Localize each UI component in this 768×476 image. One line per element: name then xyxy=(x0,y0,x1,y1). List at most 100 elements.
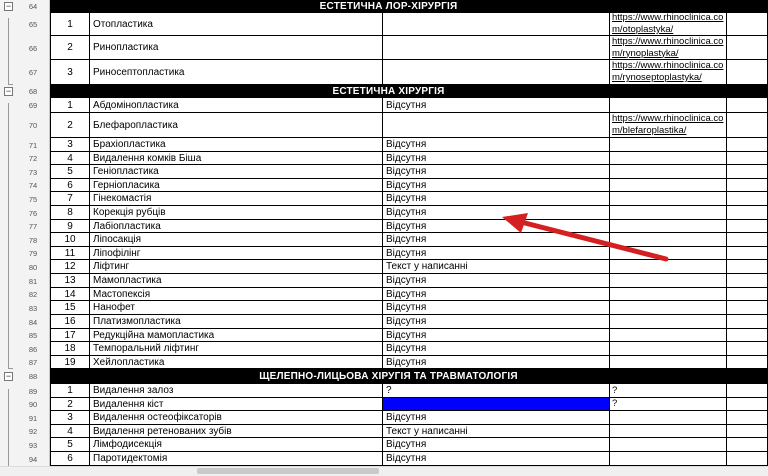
row-index-cell[interactable]: 4 xyxy=(50,152,90,165)
url-cell[interactable] xyxy=(610,315,727,329)
row-number[interactable]: 75 xyxy=(18,195,48,204)
procedure-name-cell[interactable]: Видалення кіст xyxy=(90,398,383,411)
empty-cell[interactable] xyxy=(727,329,768,342)
row-index-cell[interactable]: 17 xyxy=(50,329,90,342)
empty-cell[interactable] xyxy=(727,438,768,452)
url-cell[interactable]: https://www.rhinoclinica.co m/blefaroplas… xyxy=(610,113,727,138)
empty-cell[interactable] xyxy=(727,138,768,152)
row-number[interactable]: 81 xyxy=(18,277,48,286)
row-index-cell[interactable]: 4 xyxy=(50,425,90,438)
procedure-name-cell[interactable]: Лімфодисекція xyxy=(90,438,383,452)
procedure-name-cell[interactable]: Видалення ретенованих зубів xyxy=(90,425,383,438)
empty-cell[interactable] xyxy=(727,13,768,36)
row-number[interactable]: 77 xyxy=(18,222,48,231)
url-cell[interactable] xyxy=(610,165,727,179)
row-number[interactable]: 89 xyxy=(18,387,48,396)
empty-cell[interactable] xyxy=(727,85,768,98)
row-number[interactable]: 79 xyxy=(18,249,48,258)
url-cell[interactable] xyxy=(610,425,727,438)
url-cell[interactable] xyxy=(610,356,727,369)
row-index-cell[interactable]: 13 xyxy=(50,274,90,288)
empty-cell[interactable] xyxy=(727,0,768,13)
scrollbar-thumb[interactable] xyxy=(197,468,379,474)
procedure-name-cell[interactable]: Риносептопластика xyxy=(90,60,383,85)
row-number[interactable]: 78 xyxy=(18,236,48,245)
url-cell[interactable]: ? xyxy=(610,398,727,411)
url-cell[interactable] xyxy=(610,179,727,192)
status-cell[interactable]: Відсутня xyxy=(383,438,610,452)
row-number[interactable]: 70 xyxy=(18,121,48,130)
row-index-cell[interactable]: 3 xyxy=(50,60,90,85)
url-cell[interactable]: https://www.rhinoclinica.co m/rynoseptopl… xyxy=(610,60,727,85)
status-cell[interactable] xyxy=(383,13,610,36)
row-number[interactable]: 86 xyxy=(18,345,48,354)
url-link[interactable]: https://www.rhinoclinica.co m/blefaroplas… xyxy=(612,113,723,137)
empty-cell[interactable] xyxy=(727,206,768,220)
url-cell[interactable]: ? xyxy=(610,384,727,398)
status-cell[interactable]: Текст у написанні xyxy=(383,260,610,274)
url-cell[interactable] xyxy=(610,274,727,288)
row-number[interactable]: 67 xyxy=(18,68,48,77)
row-index-cell[interactable]: 3 xyxy=(50,138,90,152)
status-cell[interactable] xyxy=(383,60,610,85)
status-cell[interactable]: Відсутня xyxy=(383,315,610,329)
row-number[interactable]: 80 xyxy=(18,263,48,272)
row-index-cell[interactable]: 2 xyxy=(50,113,90,138)
empty-cell[interactable] xyxy=(727,356,768,369)
row-index-cell[interactable]: 7 xyxy=(50,192,90,206)
url-cell[interactable] xyxy=(610,98,727,113)
procedure-name-cell[interactable]: Паротидектомія xyxy=(90,452,383,466)
row-index-cell[interactable]: 6 xyxy=(50,452,90,466)
status-cell[interactable]: Відсутня xyxy=(383,452,610,466)
empty-cell[interactable] xyxy=(727,301,768,315)
empty-cell[interactable] xyxy=(727,113,768,138)
procedure-name-cell[interactable]: Ліпофілінг xyxy=(90,247,383,260)
row-index-cell[interactable]: 5 xyxy=(50,165,90,179)
row-index-cell[interactable]: 1 xyxy=(50,384,90,398)
url-cell[interactable] xyxy=(610,301,727,315)
empty-cell[interactable] xyxy=(727,220,768,233)
empty-cell[interactable] xyxy=(727,36,768,60)
row-index-cell[interactable]: 8 xyxy=(50,206,90,220)
status-cell[interactable]: Відсутня xyxy=(383,179,610,192)
empty-cell[interactable] xyxy=(727,342,768,356)
url-cell[interactable] xyxy=(610,138,727,152)
url-link[interactable]: https://www.rhinoclinica.co m/otoplastyka… xyxy=(612,13,723,35)
empty-cell[interactable] xyxy=(727,152,768,165)
row-index-cell[interactable]: 2 xyxy=(50,398,90,411)
row-index-cell[interactable]: 2 xyxy=(50,36,90,60)
empty-cell[interactable] xyxy=(727,369,768,384)
empty-cell[interactable] xyxy=(727,233,768,247)
empty-cell[interactable] xyxy=(727,192,768,206)
status-cell[interactable] xyxy=(383,113,610,138)
empty-cell[interactable] xyxy=(727,398,768,411)
url-cell[interactable] xyxy=(610,452,727,466)
row-index-cell[interactable]: 19 xyxy=(50,356,90,369)
collapse-group-icon[interactable]: − xyxy=(4,372,13,381)
url-cell[interactable] xyxy=(610,152,727,165)
procedure-name-cell[interactable]: Ліфтинг xyxy=(90,260,383,274)
empty-cell[interactable] xyxy=(727,411,768,425)
status-cell[interactable]: Відсутня xyxy=(383,165,610,179)
procedure-name-cell[interactable]: Мамопластика xyxy=(90,274,383,288)
row-number[interactable]: 76 xyxy=(18,209,48,218)
row-number[interactable]: 92 xyxy=(18,427,48,436)
row-number[interactable]: 91 xyxy=(18,414,48,423)
row-index-cell[interactable]: 9 xyxy=(50,220,90,233)
url-cell[interactable] xyxy=(610,288,727,301)
empty-cell[interactable] xyxy=(727,165,768,179)
empty-cell[interactable] xyxy=(727,288,768,301)
status-cell[interactable]: Відсутня xyxy=(383,247,610,260)
status-cell[interactable]: ? xyxy=(383,384,610,398)
status-cell[interactable]: Відсутня xyxy=(383,206,610,220)
row-number[interactable]: 72 xyxy=(18,154,48,163)
procedure-name-cell[interactable]: Мастопексія xyxy=(90,288,383,301)
row-number[interactable]: 83 xyxy=(18,304,48,313)
row-number[interactable]: 94 xyxy=(18,455,48,464)
url-link[interactable]: https://www.rhinoclinica.co m/rynoseptopl… xyxy=(612,60,723,84)
empty-cell[interactable] xyxy=(727,98,768,113)
status-cell[interactable]: Текст у написанні xyxy=(383,425,610,438)
status-cell[interactable]: Відсутня xyxy=(383,411,610,425)
url-cell[interactable] xyxy=(610,438,727,452)
status-cell[interactable]: Відсутня xyxy=(383,152,610,165)
